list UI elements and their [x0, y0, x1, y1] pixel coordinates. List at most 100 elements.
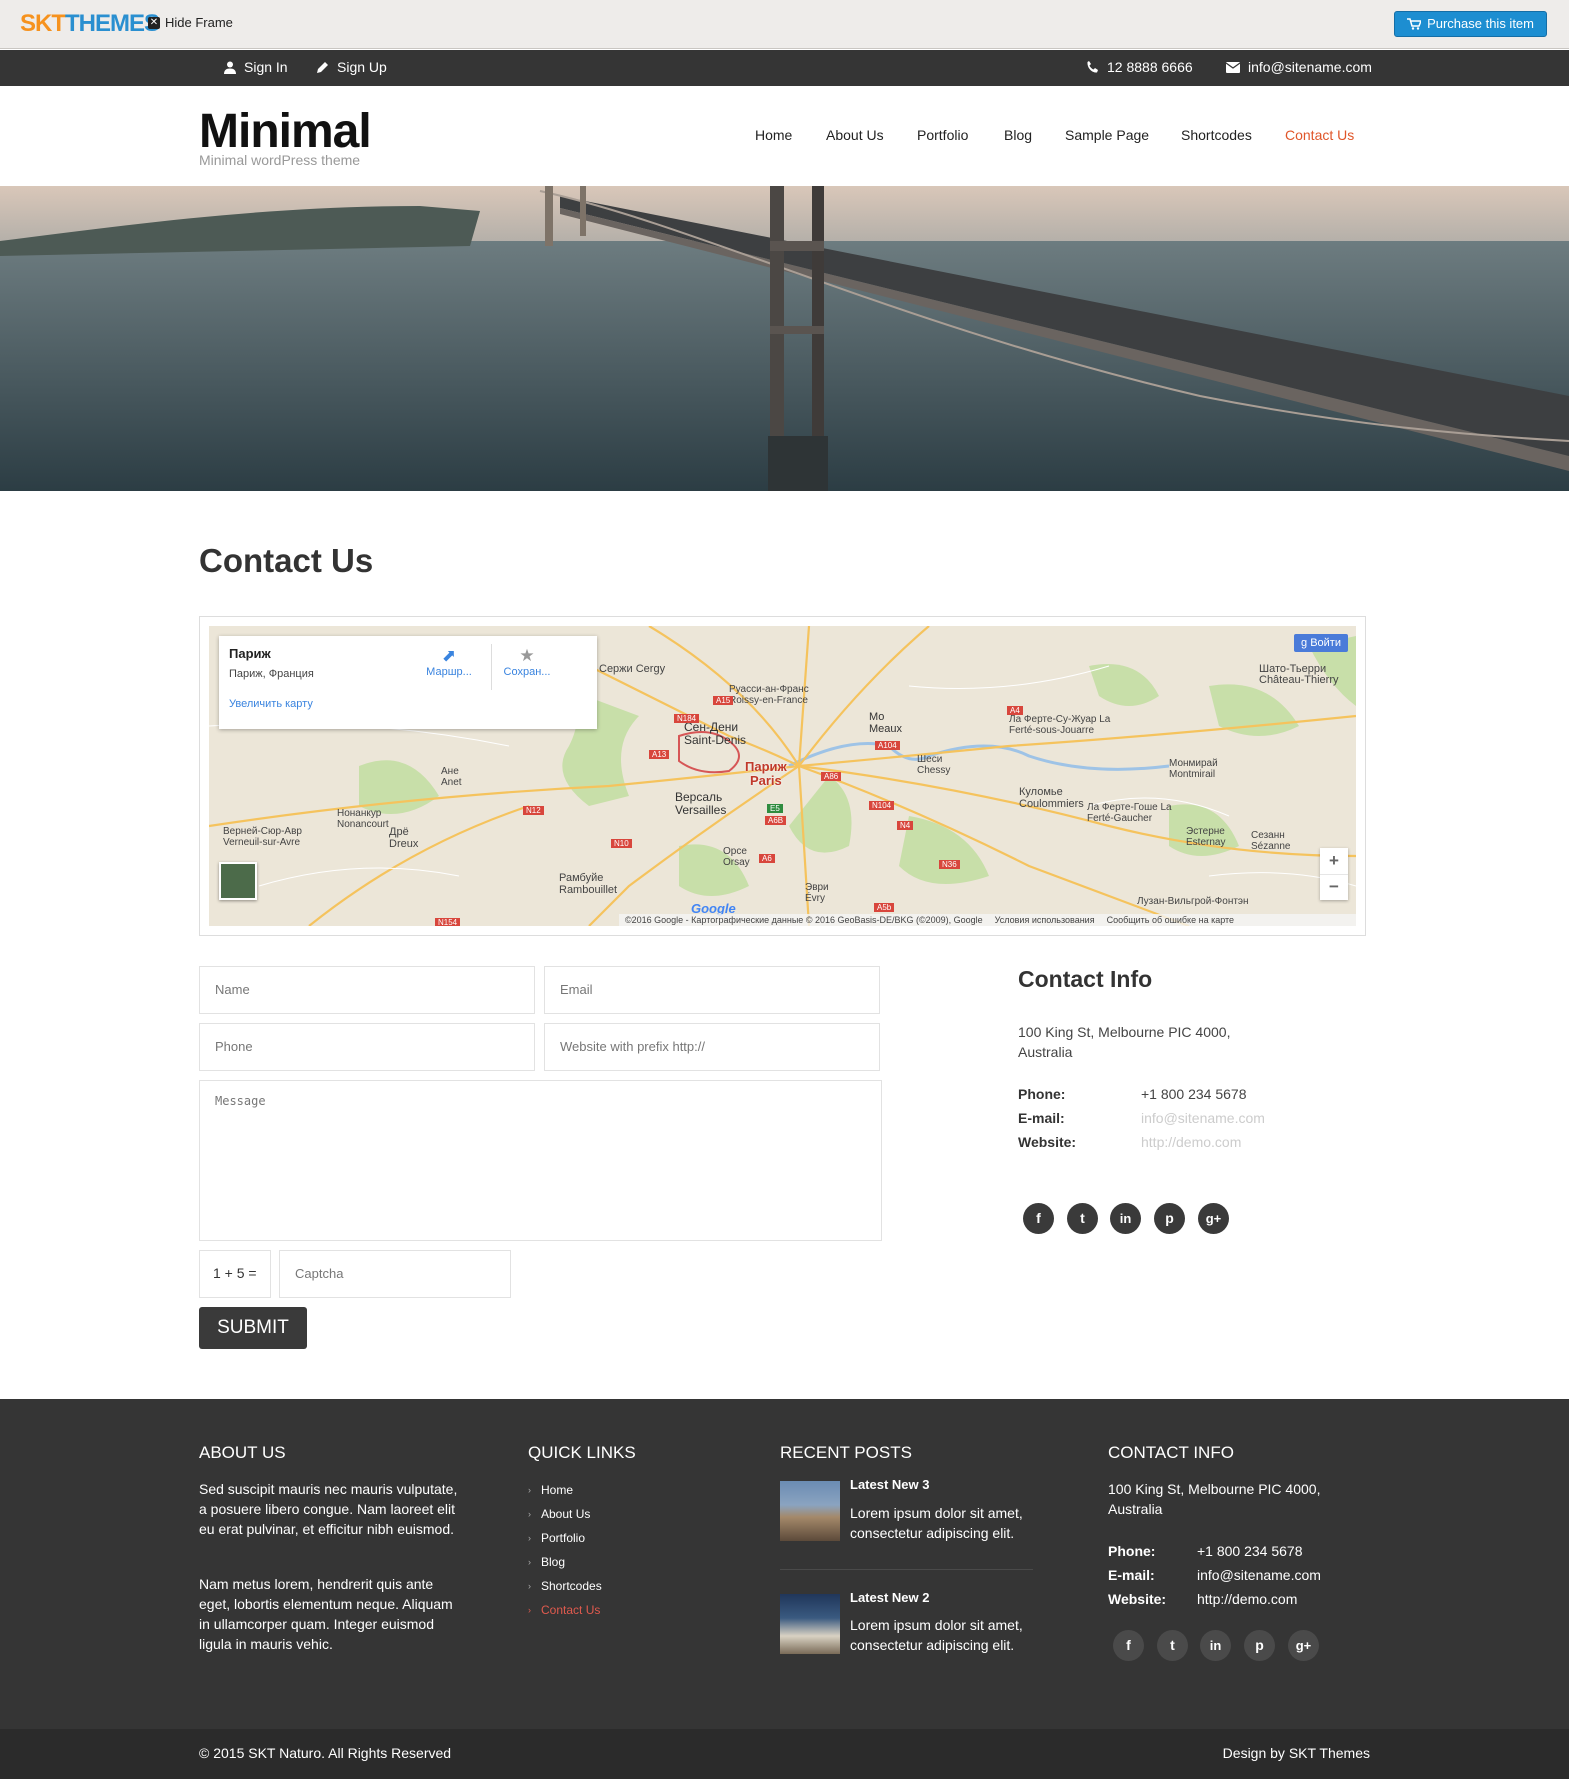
contact-email-link[interactable]: info@sitename.com [1141, 1110, 1265, 1126]
google-plus-icon[interactable]: g+ [1198, 1203, 1229, 1234]
hide-frame-label: Hide Frame [165, 15, 233, 30]
pinterest-icon[interactable]: p [1154, 1203, 1185, 1234]
chevron-right-icon: › [528, 1605, 531, 1615]
post-excerpt: Lorem ipsum dolor sit amet, consectetur … [850, 1505, 1023, 1541]
sign-up-link[interactable]: Sign Up [316, 59, 387, 75]
footer-link-about-us[interactable]: › About Us [528, 1507, 590, 1521]
zoom-out-button[interactable]: − [1320, 874, 1348, 900]
footer-link-label: Blog [541, 1555, 566, 1569]
designer-credit[interactable]: Design by SKT Themes [1223, 1745, 1370, 1761]
post-title[interactable]: Latest New 3 [850, 1477, 929, 1492]
map-save-button[interactable]: ★ Сохран... [497, 646, 557, 678]
footer-link-contact-us[interactable]: › Contact Us [528, 1603, 600, 1617]
post-divider [780, 1569, 1033, 1570]
message-textarea[interactable]: Message [199, 1080, 882, 1241]
google-map[interactable]: Париж Париж, Франция Увеличить карту ⬈ М… [209, 626, 1356, 926]
topbar-email[interactable]: info@sitename.com [1226, 59, 1372, 75]
email-field[interactable]: Email [544, 966, 880, 1014]
chevron-right-icon: › [528, 1509, 531, 1519]
name-field[interactable]: Name [199, 966, 535, 1014]
footer-email-label: E-mail: [1108, 1567, 1155, 1583]
zoom-in-button[interactable]: + [1320, 848, 1348, 874]
post-thumbnail[interactable] [780, 1594, 840, 1654]
road-shield: A4 [1007, 706, 1023, 715]
footer-link-portfolio[interactable]: › Portfolio [528, 1531, 585, 1545]
map-label: Эври Évry [805, 882, 829, 904]
map-label: Нонанкур Nonancourt [337, 808, 389, 830]
map-route-button[interactable]: ⬈ Маршр... [419, 646, 479, 678]
map-label: Шеси Chessy [917, 754, 951, 776]
road-shield: A6 [759, 854, 775, 863]
road-shield: N104 [869, 801, 895, 810]
map-label: Дрё Dreux [389, 826, 419, 850]
hide-frame-button[interactable]: ✕ Hide Frame [148, 15, 233, 30]
logo-part-themes: THEMES [65, 10, 160, 37]
post-title[interactable]: Latest New 2 [850, 1590, 929, 1605]
hero-banner-bridge [0, 186, 1569, 491]
sign-up-label: Sign Up [337, 59, 387, 75]
map-save-label: Сохран... [503, 666, 551, 678]
map-signin-button[interactable]: g Войти [1294, 634, 1348, 652]
map-label: Ане Anet [441, 766, 462, 788]
facebook-icon[interactable]: f [1113, 1630, 1144, 1661]
google-plus-icon[interactable]: g+ [1288, 1630, 1319, 1661]
contact-phone-value: +1 800 234 5678 [1141, 1086, 1247, 1102]
map-label: Руасси-ан-Франс Roissy-en-France [729, 684, 809, 706]
website-field[interactable]: Website with prefix http:// [544, 1023, 880, 1071]
road-shield: E5 [767, 804, 783, 813]
contact-website-link[interactable]: http://demo.com [1141, 1134, 1241, 1150]
linkedin-icon[interactable]: in [1200, 1630, 1231, 1661]
map-container: Париж Париж, Франция Увеличить карту ⬈ М… [199, 616, 1366, 936]
map-enlarge-link[interactable]: Увеличить карту [229, 698, 313, 710]
footer-email-link[interactable]: info@sitename.com [1197, 1565, 1321, 1585]
map-place-subtitle: Париж, Франция [229, 668, 314, 680]
footer-link-label: Shortcodes [541, 1579, 602, 1593]
sign-in-link[interactable]: Sign In [224, 59, 288, 75]
nav-blog[interactable]: Blog [1004, 127, 1032, 143]
map-attribution: ©2016 Google - Картографические данные ©… [625, 915, 983, 925]
cart-icon [1407, 18, 1422, 30]
map-label: Ла Ферте-Су-Жуар La Ferté-sous-Jouarre [1009, 714, 1111, 736]
purchase-button[interactable]: Purchase this item [1394, 11, 1547, 37]
twitter-icon[interactable]: t [1157, 1630, 1188, 1661]
map-center-label-ru: Париж [745, 759, 787, 774]
footer-posts-title: RECENT POSTS [780, 1443, 912, 1462]
footer-link-blog[interactable]: › Blog [528, 1555, 565, 1569]
directions-icon: ⬈ [441, 646, 457, 665]
map-label: Версаль Versailles [675, 790, 727, 817]
road-shield: N184 [674, 714, 700, 723]
footer-link-home[interactable]: › Home [528, 1483, 573, 1497]
footer-link-shortcodes[interactable]: › Shortcodes [528, 1579, 602, 1593]
contact-address-line2: Australia [1018, 1044, 1073, 1060]
footer-link-label: Contact Us [541, 1603, 601, 1617]
chevron-right-icon: › [528, 1485, 531, 1495]
submit-button[interactable]: SUBMIT [199, 1307, 307, 1349]
purchase-label: Purchase this item [1427, 16, 1534, 31]
nav-home[interactable]: Home [755, 127, 792, 143]
nav-shortcodes[interactable]: Shortcodes [1181, 127, 1252, 143]
pencil-icon [317, 61, 328, 73]
site-logo[interactable]: Minimal [199, 104, 372, 159]
footer-about-p1: Sed suscipit mauris nec mauris vulputate… [199, 1481, 458, 1537]
nav-portfolio[interactable]: Portfolio [917, 127, 968, 143]
nav-sample-page[interactable]: Sample Page [1065, 127, 1149, 143]
phone-field[interactable]: Phone [199, 1023, 535, 1071]
map-center-label-latin: Paris [749, 773, 782, 788]
twitter-icon[interactable]: t [1067, 1203, 1098, 1234]
nav-contact-us[interactable]: Contact Us [1285, 127, 1354, 143]
logo-part-skt: SKT [20, 10, 66, 37]
nav-about-us[interactable]: About Us [826, 127, 884, 143]
linkedin-icon[interactable]: in [1110, 1203, 1141, 1234]
map-label: Верней-Сюр-Авр Verneuil-sur-Avre [223, 826, 302, 848]
footer-website-link[interactable]: http://demo.com [1197, 1589, 1297, 1609]
contact-phone-label: Phone: [1018, 1086, 1066, 1102]
skt-themes-logo[interactable]: SKTTHEMES [20, 10, 160, 38]
map-report-link[interactable]: Сообщить об ошибке на карте [1107, 914, 1234, 926]
road-shield: A104 [875, 741, 900, 750]
facebook-icon[interactable]: f [1023, 1203, 1054, 1234]
captcha-input[interactable]: Captcha [279, 1250, 511, 1298]
pinterest-icon[interactable]: p [1244, 1630, 1275, 1661]
satellite-toggle[interactable] [219, 862, 257, 900]
map-terms-link[interactable]: Условия использования [995, 914, 1095, 926]
post-thumbnail[interactable] [780, 1481, 840, 1541]
